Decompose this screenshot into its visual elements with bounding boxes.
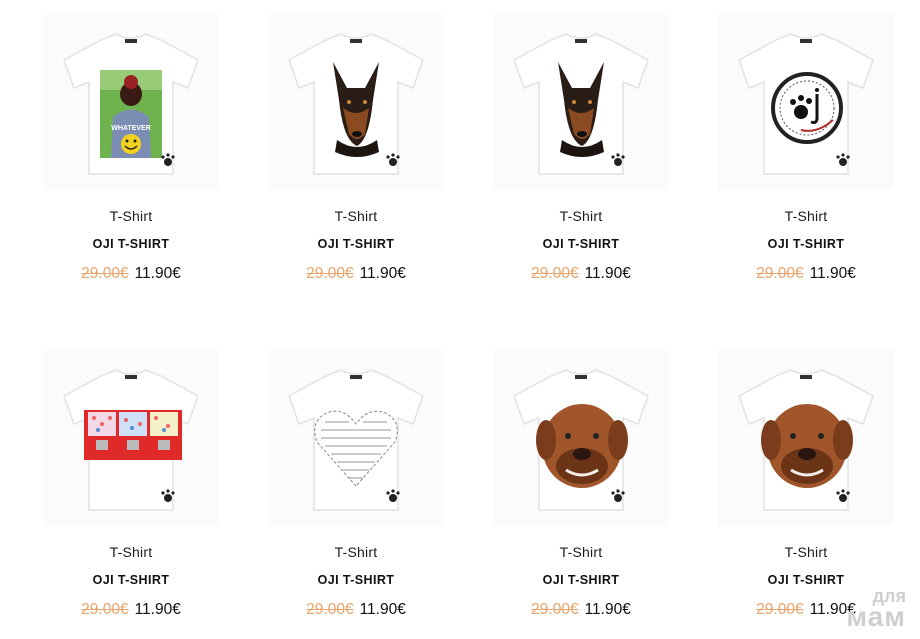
watermark-line2: мам [846,600,906,632]
whatever-print-text: WHATEVER [111,125,151,132]
product-category: T-Shirt [334,208,378,224]
product-name[interactable]: OJI T-SHIRT [43,573,219,587]
product-image[interactable] [268,350,444,526]
product-category: T-Shirt [784,544,828,560]
tshirt-doberman-image [288,33,424,175]
tshirt-doberman-image [513,33,649,175]
product-name[interactable]: OJI T-SHIRT [493,573,669,587]
tshirt-word-heart-image [288,369,424,511]
old-price: 29.00€ [81,601,129,618]
sale-price: 11.90€ [809,265,856,282]
sale-price: 11.90€ [359,265,406,282]
product-category: T-Shirt [784,208,828,224]
old-price: 29.00€ [531,601,579,618]
product-name[interactable]: OJI T-SHIRT [268,573,444,587]
sale-price: 11.90€ [359,601,406,618]
product-category: T-Shirt [559,208,603,224]
product-category: T-Shirt [334,544,378,560]
product-name[interactable]: OJI T-SHIRT [493,237,669,251]
sale-price: 11.90€ [584,265,631,282]
product-category: T-Shirt [559,544,603,560]
product-prices: 29.00€ 11.90€ [43,601,219,619]
tshirt-mastiff-image [738,369,874,511]
product-name[interactable]: OJI T-SHIRT [43,237,219,251]
product-image[interactable] [718,14,894,190]
sale-price: 11.90€ [134,601,181,618]
product-image[interactable] [493,14,669,190]
old-price: 29.00€ [756,601,804,618]
product-image[interactable] [718,350,894,526]
watermark: для мам [846,587,906,632]
product-prices: 29.00€ 11.90€ [718,265,894,283]
product-image[interactable]: WHATEVER [43,14,219,190]
sale-price: 11.90€ [584,601,631,618]
product-category: T-Shirt [109,544,153,560]
product-prices: 29.00€ 11.90€ [268,601,444,619]
product-prices: 29.00€ 11.90€ [493,601,669,619]
product-prices: 29.00€ 11.90€ [43,265,219,283]
tshirt-mastiff-image [513,369,649,511]
product-name[interactable]: OJI T-SHIRT [718,573,894,587]
product-name[interactable]: OJI T-SHIRT [718,237,894,251]
tshirt-whatever-girl-image: WHATEVER [63,33,199,175]
product-image[interactable] [268,14,444,190]
product-prices: 29.00€ 11.90€ [493,265,669,283]
product-image[interactable] [493,350,669,526]
old-price: 29.00€ [306,265,354,282]
sale-price: 11.90€ [134,265,181,282]
old-price: 29.00€ [531,265,579,282]
old-price: 29.00€ [81,265,129,282]
old-price: 29.00€ [756,265,804,282]
product-name[interactable]: OJI T-SHIRT [268,237,444,251]
tshirt-oji-stamp-image [738,33,874,175]
product-image[interactable] [43,350,219,526]
old-price: 29.00€ [306,601,354,618]
product-category: T-Shirt [109,208,153,224]
product-prices: 29.00€ 11.90€ [268,265,444,283]
product-grid: WHATEVER T-Shirt OJI T-SHIRT 29.00€ 11.90… [0,0,920,639]
tshirt-gumball-machines-image [63,369,199,511]
